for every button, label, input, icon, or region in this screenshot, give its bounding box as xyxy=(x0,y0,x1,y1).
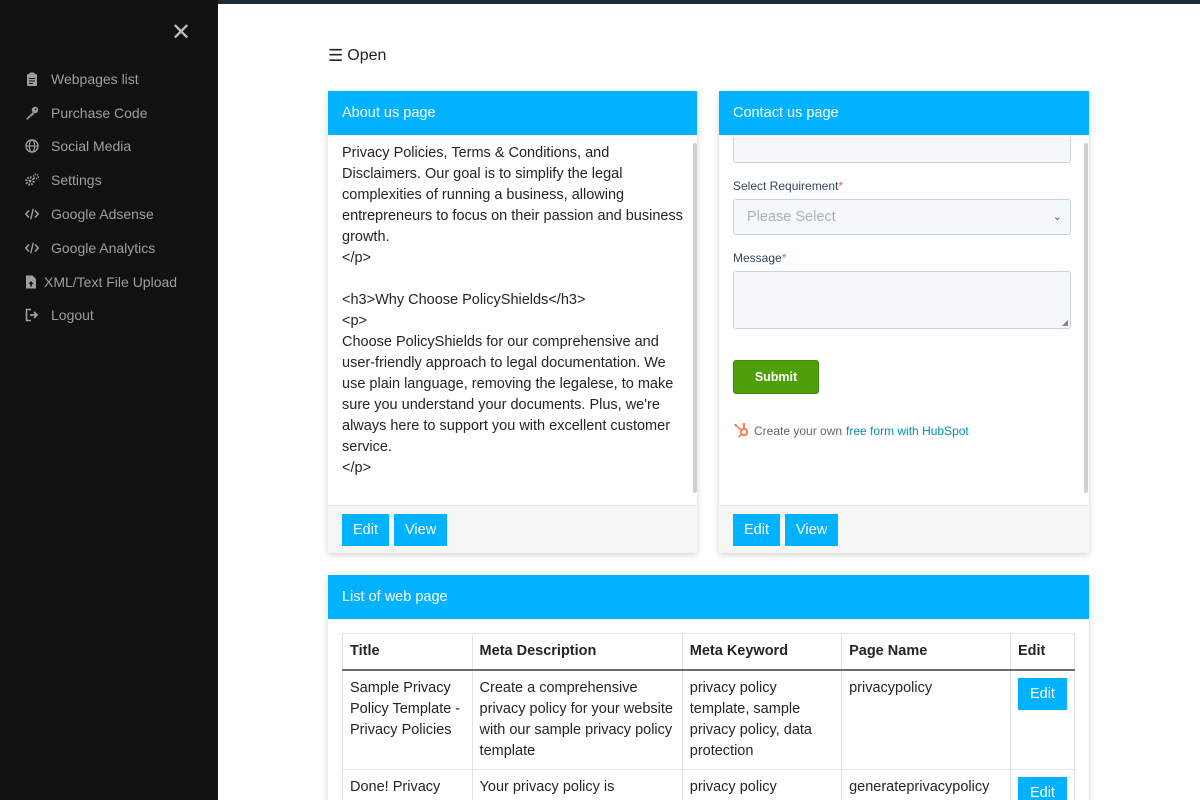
cell-page-name: generateprivacypolicy xyxy=(841,768,1011,800)
sidebar-item-social-media[interactable]: Social Media xyxy=(25,130,177,164)
about-view-button[interactable]: View xyxy=(394,514,448,546)
sidebar-item-purchase-code[interactable]: Purchase Code xyxy=(25,96,177,130)
about-edit-button[interactable]: Edit xyxy=(342,514,389,546)
contact-card: Contact us page Select Requirement* Plea… xyxy=(719,91,1089,553)
column-header-page-name: Page Name xyxy=(841,633,1011,671)
contact-view-button[interactable]: View xyxy=(785,514,839,546)
requirement-label: Select Requirement* xyxy=(733,179,843,193)
message-label: Message* xyxy=(733,251,786,265)
resize-grip-icon[interactable]: ◢ xyxy=(1062,319,1068,327)
cell-page-name: privacypolicy xyxy=(841,669,1011,770)
open-menu-button[interactable]: ☰ Open xyxy=(328,46,386,66)
requirement-select[interactable]: Please Select ⌄ xyxy=(733,199,1071,235)
sidebar-item-google-analytics[interactable]: Google Analytics xyxy=(25,231,177,265)
requirement-placeholder: Please Select xyxy=(747,209,836,225)
column-header-meta-keyword: Meta Keyword xyxy=(681,633,843,671)
sidebar-item-label: Purchase Code xyxy=(51,104,148,121)
list-card-title: List of web page xyxy=(328,575,1089,619)
sidebar: ✕ Webpages list Purchase Code Social Med… xyxy=(0,0,218,800)
table-header-row: Title Meta Description Meta Keyword Page… xyxy=(342,633,1076,671)
cell-meta-keyword: privacy policy template, sample privacy … xyxy=(681,669,843,770)
cell-meta-keyword: privacy policy xyxy=(681,768,843,800)
submit-button[interactable]: Submit xyxy=(733,360,819,394)
cell-title: Sample Privacy Policy Template - Privacy… xyxy=(342,669,473,770)
sidebar-nav: Webpages list Purchase Code Social Media… xyxy=(25,62,177,332)
webpage-list-card: List of web page Title Meta Description … xyxy=(328,575,1089,800)
about-content[interactable]: Privacy Policies, Terms & Conditions, an… xyxy=(328,135,697,505)
sidebar-item-google-adsense[interactable]: Google Adsense xyxy=(25,197,177,231)
about-card-footer: Edit View xyxy=(328,505,697,553)
cell-edit: Edit xyxy=(1009,669,1076,770)
webpage-table: Title Meta Description Meta Keyword Page… xyxy=(342,633,1076,800)
sidebar-item-settings[interactable]: Settings xyxy=(25,163,177,197)
sidebar-item-xml-upload[interactable]: XML/Text File Upload xyxy=(25,265,177,299)
required-mark: * xyxy=(781,251,787,265)
sidebar-item-label: Webpages list xyxy=(51,70,139,87)
message-textarea[interactable]: ◢ xyxy=(733,271,1071,329)
code-icon xyxy=(25,241,43,255)
main-content: ☰ Open About us page Privacy Policies, T… xyxy=(218,4,1200,800)
sidebar-item-logout[interactable]: Logout xyxy=(25,299,177,333)
close-icon[interactable]: ✕ xyxy=(170,21,192,45)
logout-icon xyxy=(25,308,43,322)
contact-card-title: Contact us page xyxy=(719,91,1089,135)
requirement-label-text: Select Requirement xyxy=(733,179,839,193)
key-icon xyxy=(25,106,43,120)
sidebar-item-label: XML/Text File Upload xyxy=(44,273,178,290)
sidebar-item-label: Social Media xyxy=(51,138,132,155)
message-label-text: Message xyxy=(733,251,782,265)
table-row: Sample Privacy Policy Template - Privacy… xyxy=(342,669,1076,770)
open-label: Open xyxy=(347,47,387,64)
hubspot-link[interactable]: free form with HubSpot xyxy=(846,424,969,438)
row-edit-button[interactable]: Edit xyxy=(1017,776,1067,800)
hubspot-text: Create your own xyxy=(754,423,843,438)
gears-icon xyxy=(25,173,43,187)
cell-edit: Edit xyxy=(1009,768,1076,800)
code-icon xyxy=(25,207,43,221)
globe-icon xyxy=(25,139,43,154)
about-text: Privacy Policies, Terms & Conditions, an… xyxy=(342,145,683,476)
sidebar-item-label: Google Analytics xyxy=(51,239,156,256)
clipboard-icon xyxy=(25,72,43,86)
about-card: About us page Privacy Policies, Terms & … xyxy=(328,91,697,553)
previous-input-field[interactable] xyxy=(733,137,1071,163)
chevron-down-icon: ⌄ xyxy=(1052,211,1062,223)
about-scrollbar[interactable] xyxy=(693,143,697,493)
cell-meta-description: Create a comprehensive privacy policy fo… xyxy=(471,669,683,770)
required-mark: * xyxy=(838,179,844,193)
contact-form: Select Requirement* Please Select ⌄ Mess… xyxy=(719,135,1089,505)
file-upload-icon xyxy=(25,275,37,289)
sidebar-item-label: Google Adsense xyxy=(51,206,154,223)
column-header-title: Title xyxy=(342,633,473,671)
table-row: Done! Privacy Your privacy policy is pri… xyxy=(342,768,1076,800)
contact-scrollbar[interactable] xyxy=(1084,143,1088,493)
cell-title: Done! Privacy xyxy=(342,768,473,800)
hubspot-icon xyxy=(733,422,750,439)
column-header-edit: Edit xyxy=(1009,633,1076,671)
cell-meta-description: Your privacy policy is xyxy=(471,768,683,800)
sidebar-item-webpages-list[interactable]: Webpages list xyxy=(25,62,177,96)
contact-card-footer: Edit View xyxy=(719,505,1089,553)
contact-edit-button[interactable]: Edit xyxy=(733,514,780,546)
sidebar-item-label: Logout xyxy=(51,307,94,324)
about-card-title: About us page xyxy=(328,91,697,135)
column-header-meta-description: Meta Description xyxy=(471,633,683,671)
sidebar-item-label: Settings xyxy=(51,172,102,189)
hubspot-credit: Create your own free form with HubSpot xyxy=(733,422,969,439)
hamburger-icon: ☰ xyxy=(328,46,344,65)
row-edit-button[interactable]: Edit xyxy=(1017,677,1067,710)
